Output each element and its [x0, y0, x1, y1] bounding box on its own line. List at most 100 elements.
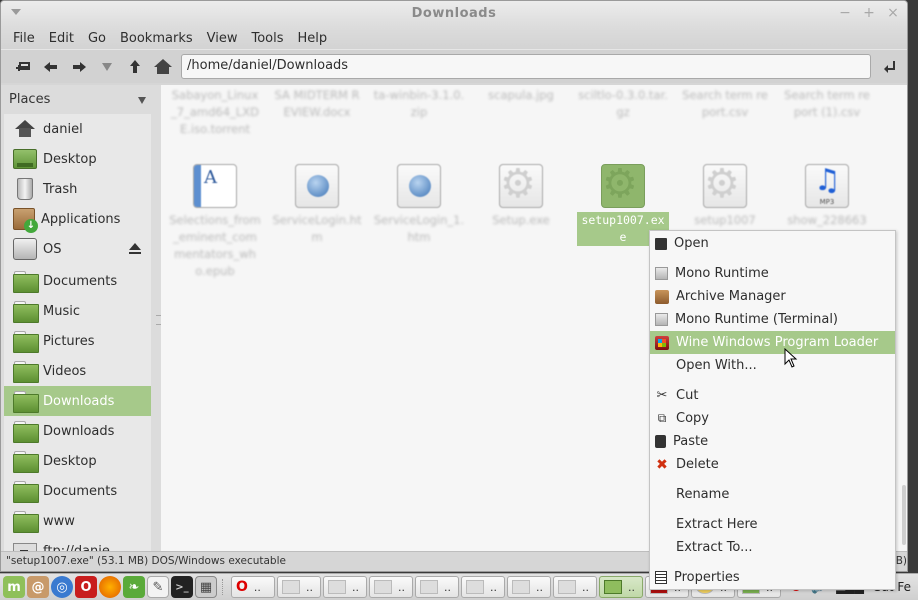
place-label: daniel	[43, 121, 83, 137]
menu-properties[interactable]: Properties	[650, 566, 895, 589]
back-button[interactable]	[37, 54, 65, 80]
place-applications[interactable]: Applications	[4, 204, 151, 234]
menu-tools[interactable]: Tools	[244, 31, 290, 46]
file-item[interactable]: Setup.exe	[475, 164, 567, 229]
maximize-button[interactable]: +	[863, 5, 875, 21]
home-button[interactable]	[149, 54, 177, 80]
place-label: Applications	[41, 211, 121, 227]
place-trash[interactable]: Trash	[4, 174, 151, 204]
history-dropdown-button[interactable]	[93, 54, 121, 80]
file-item[interactable]: ta-winbin-3.1.0.zip	[373, 87, 465, 121]
bookmark-label: Documents	[43, 483, 118, 499]
file-item[interactable]: Sabayon_Linux_7_amd64_LXDE.iso.torrent	[169, 87, 261, 138]
leafpad-launcher-icon[interactable]: ❧	[123, 576, 145, 598]
file-item[interactable]: Selections_from_eminent_commentators_who…	[169, 164, 261, 280]
network-folder-icon	[13, 541, 37, 551]
menu-go[interactable]: Go	[81, 31, 113, 46]
bookmark-documents-2[interactable]: Documents	[4, 476, 151, 506]
bookmark-label: Desktop	[43, 453, 97, 469]
menu-file[interactable]: File	[6, 31, 42, 46]
file-item[interactable]: Search term report.csv	[679, 87, 771, 121]
task-opera[interactable]: O..	[231, 576, 275, 598]
forward-button[interactable]	[65, 54, 93, 80]
bookmark-downloads[interactable]: Downloads	[4, 386, 151, 416]
task-window[interactable]: ..	[461, 576, 505, 598]
menu-mono-runtime-terminal[interactable]: Mono Runtime (Terminal)	[650, 308, 895, 331]
menu-label: Archive Manager	[676, 289, 786, 304]
eject-icon[interactable]	[129, 243, 141, 255]
file-item[interactable]: scapula.jpg	[475, 87, 567, 104]
bookmark-videos[interactable]: Videos	[4, 356, 151, 386]
close-button[interactable]: ×	[887, 5, 899, 21]
chromium-launcher-icon[interactable]: ◎	[51, 576, 73, 598]
task-window[interactable]: ..	[415, 576, 459, 598]
file-item[interactable]: ServiceLogin.htm	[271, 164, 363, 246]
file-name: show_228663	[787, 213, 867, 227]
menu-label: Extract To...	[676, 540, 753, 555]
menu-view[interactable]: View	[200, 31, 245, 46]
place-daniel[interactable]: daniel	[4, 114, 151, 144]
file-item[interactable]: SA MIDTERM REVIEW.docx	[271, 87, 363, 121]
bookmark-label: ftp://danie...	[43, 543, 123, 552]
bookmark-documents[interactable]: Documents	[4, 266, 151, 296]
menu-label: Cut	[676, 388, 699, 403]
menu-help[interactable]: Help	[291, 31, 335, 46]
task-window[interactable]: ..	[277, 576, 321, 598]
location-bar[interactable]: /home/daniel/Downloads	[181, 54, 871, 79]
up-button[interactable]	[121, 54, 149, 80]
minimize-button[interactable]: −	[839, 5, 851, 21]
places-header[interactable]: Places	[1, 85, 156, 113]
menu-paste[interactable]: Paste	[650, 430, 895, 453]
calculator-launcher-icon[interactable]: ▦	[195, 576, 217, 598]
menu-cut[interactable]: ✂ Cut	[650, 384, 895, 407]
title-bar[interactable]: Downloads − + ×	[1, 1, 907, 27]
file-item[interactable]: Search term report (1).csv	[781, 87, 873, 121]
menu-open[interactable]: Open	[650, 232, 895, 255]
file-name: Search term report (1).csv	[784, 88, 870, 119]
task-window[interactable]: ..	[323, 576, 367, 598]
go-button[interactable]	[879, 55, 901, 79]
menu-extract-here[interactable]: Extract Here	[650, 513, 895, 536]
menu-rename[interactable]: Rename	[650, 483, 895, 506]
folder-icon	[13, 481, 39, 503]
file-item[interactable]: setup1007	[679, 164, 771, 229]
file-item[interactable]: show_228663	[781, 164, 873, 229]
bookmark-desktop[interactable]: Desktop	[4, 446, 151, 476]
firefox-launcher-icon[interactable]	[99, 576, 121, 598]
new-tab-icon	[16, 61, 30, 71]
task-window[interactable]: ..	[507, 576, 551, 598]
menu-bookmarks[interactable]: Bookmarks	[113, 31, 200, 46]
menu-delete[interactable]: ✖ Delete	[650, 453, 895, 476]
vertical-scrollbar[interactable]	[902, 485, 906, 545]
bookmark-music[interactable]: Music	[4, 296, 151, 326]
task-file-manager[interactable]: ..	[599, 576, 643, 598]
bookmark-downloads-2[interactable]: Downloads	[4, 416, 151, 446]
files-launcher-icon[interactable]: @	[27, 576, 49, 598]
file-item[interactable]: ServiceLogin_1.htm	[373, 164, 465, 246]
opera-launcher-icon[interactable]: O	[75, 576, 97, 598]
menu-wine-loader[interactable]: Wine Windows Program Loader	[650, 331, 895, 354]
bookmark-www[interactable]: www	[4, 506, 151, 536]
task-editor[interactable]: ..	[369, 576, 413, 598]
menu-edit[interactable]: Edit	[42, 31, 81, 46]
bookmark-ftp[interactable]: ftp://danie...	[4, 536, 151, 551]
place-desktop[interactable]: Desktop	[4, 144, 151, 174]
mint-menu-icon[interactable]: m	[3, 576, 25, 598]
file-item[interactable]: sciltlo-0.3.0.tar.gz	[577, 87, 669, 121]
menu-extract-to[interactable]: Extract To...	[650, 536, 895, 559]
menu-mono-runtime[interactable]: Mono Runtime	[650, 262, 895, 285]
menu-open-with[interactable]: Open With...	[650, 354, 895, 377]
terminal-launcher-icon[interactable]: >_	[171, 576, 193, 598]
task-label: ..	[444, 580, 451, 594]
menu-archive-manager[interactable]: Archive Manager	[650, 285, 895, 308]
text-editor-launcher-icon[interactable]: ✎	[147, 576, 169, 598]
applications-icon	[13, 208, 38, 233]
bookmark-pictures[interactable]: Pictures	[4, 326, 151, 356]
menu-copy[interactable]: ⧉ Copy	[650, 407, 895, 430]
archive-icon	[655, 289, 669, 304]
task-window[interactable]: ..	[553, 576, 597, 598]
new-tab-button[interactable]	[9, 54, 37, 80]
places-list: daniel Desktop Trash Applications OS	[4, 114, 151, 551]
place-os[interactable]: OS	[4, 234, 151, 264]
places-dropdown-icon[interactable]	[138, 97, 146, 104]
